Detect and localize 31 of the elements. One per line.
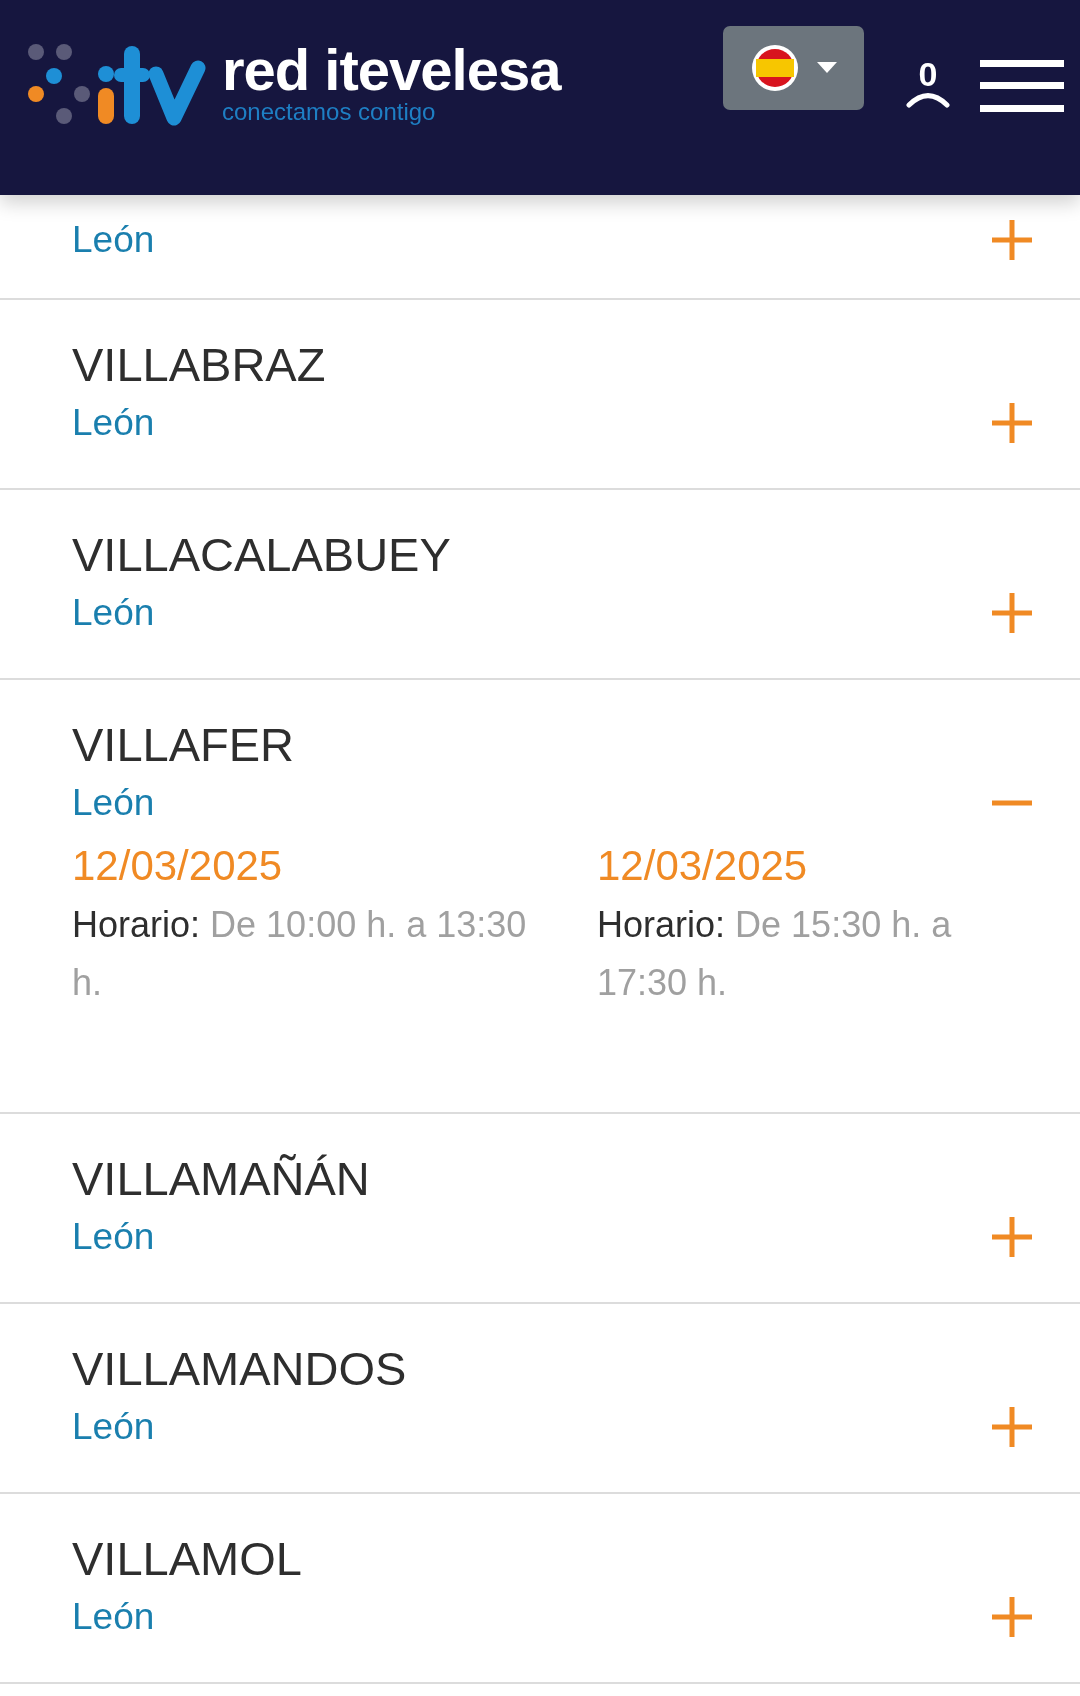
plus-icon[interactable] bbox=[992, 1407, 1032, 1447]
plus-icon[interactable] bbox=[992, 403, 1032, 443]
station-name: VILLAFER bbox=[72, 717, 296, 773]
menu-icon[interactable] bbox=[980, 60, 1064, 112]
plus-icon[interactable] bbox=[992, 1217, 1032, 1257]
region-name: León bbox=[72, 1595, 155, 1639]
station-name: VILLAMOL bbox=[72, 1531, 303, 1587]
station-name: VILLAMAÑÁN bbox=[72, 1151, 371, 1207]
region-name: León bbox=[72, 781, 155, 825]
plus-icon[interactable] bbox=[992, 220, 1032, 260]
region-name: León bbox=[72, 591, 155, 635]
user-button[interactable]: 0 bbox=[906, 58, 950, 108]
caret-icon bbox=[816, 62, 837, 74]
region-name: León bbox=[72, 401, 155, 445]
language-selector[interactable] bbox=[723, 26, 864, 110]
schedule-text: Horario: De 15:30 h. a 17:30 h. bbox=[597, 903, 953, 1005]
brand-name: red itevelesa bbox=[222, 41, 561, 99]
schedule-date: 12/03/2025 bbox=[72, 841, 284, 891]
station-name: VILLABRAZ bbox=[72, 337, 327, 393]
brand-tagline: conectamos contigo bbox=[222, 99, 437, 125]
spain-flag-icon bbox=[750, 44, 799, 92]
plus-icon[interactable] bbox=[992, 1597, 1032, 1637]
schedule-text: Horario: De 10:00 h. a 13:30 h. bbox=[72, 903, 528, 1005]
user-icon bbox=[906, 90, 950, 108]
station-name: VILLACALABUEY bbox=[72, 527, 452, 583]
plus-icon[interactable] bbox=[992, 593, 1032, 633]
station-name: VILLAMANDOS bbox=[72, 1341, 408, 1397]
schedule-date: 12/03/2025 bbox=[597, 841, 809, 891]
region-name: León bbox=[72, 1405, 155, 1449]
region-name: León bbox=[72, 218, 155, 262]
region-name: León bbox=[72, 1215, 155, 1259]
